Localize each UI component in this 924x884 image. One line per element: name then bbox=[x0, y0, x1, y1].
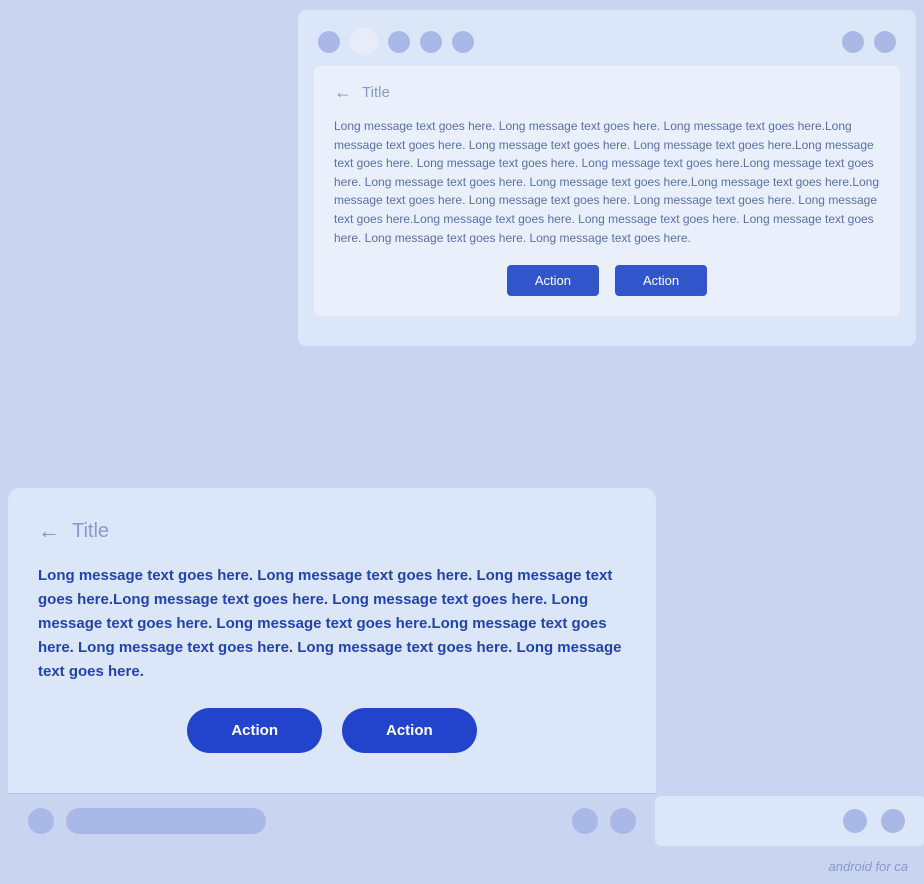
back-arrow-icon[interactable]: ← bbox=[334, 82, 352, 103]
dot-right-2 bbox=[874, 31, 896, 53]
bottom-action-button-2[interactable]: Action bbox=[342, 708, 477, 753]
bottom-card-button-row: Action Action bbox=[38, 708, 626, 753]
dot-3 bbox=[388, 31, 410, 53]
right-panel-dot-2 bbox=[881, 809, 905, 833]
top-card-button-row: Action Action bbox=[334, 265, 880, 296]
top-right-dots bbox=[842, 31, 896, 53]
footer-dot bbox=[28, 808, 54, 834]
watermark: android for ca bbox=[829, 859, 909, 874]
top-action-button-2[interactable]: Action bbox=[615, 265, 707, 296]
top-card: ← Title Long message text goes here. Lon… bbox=[298, 10, 916, 346]
bottom-card-content: ← Title Long message text goes here. Lon… bbox=[8, 488, 656, 793]
right-panel-dot-1 bbox=[843, 809, 867, 833]
back-arrow-bottom-icon[interactable]: ← bbox=[38, 518, 60, 544]
footer-dot-right-2 bbox=[610, 808, 636, 834]
bottom-card: ← Title Long message text goes here. Lon… bbox=[8, 488, 656, 848]
dot-4 bbox=[420, 31, 442, 53]
top-card-header bbox=[298, 10, 916, 66]
right-panel bbox=[655, 796, 924, 846]
dot-right-1 bbox=[842, 31, 864, 53]
footer-left-content bbox=[28, 808, 266, 834]
bottom-action-button-1[interactable]: Action bbox=[187, 708, 322, 753]
top-title-row: ← Title bbox=[334, 82, 880, 103]
dot-5 bbox=[452, 31, 474, 53]
top-action-button-1[interactable]: Action bbox=[507, 265, 599, 296]
top-card-body: Long message text goes here. Long messag… bbox=[334, 117, 880, 247]
top-card-content: ← Title Long message text goes here. Lon… bbox=[314, 66, 900, 316]
dot-1 bbox=[318, 31, 340, 53]
bottom-title-row: ← Title bbox=[38, 518, 626, 544]
footer-right-content bbox=[572, 808, 636, 834]
bottom-card-footer bbox=[8, 793, 656, 848]
top-dot-row bbox=[318, 28, 474, 56]
bottom-card-title: Title bbox=[72, 520, 109, 543]
footer-dot-right-1 bbox=[572, 808, 598, 834]
footer-pill bbox=[66, 808, 266, 834]
top-card-title: Title bbox=[362, 84, 390, 101]
bottom-card-body: Long message text goes here. Long messag… bbox=[38, 564, 626, 684]
dot-2 bbox=[350, 28, 378, 56]
